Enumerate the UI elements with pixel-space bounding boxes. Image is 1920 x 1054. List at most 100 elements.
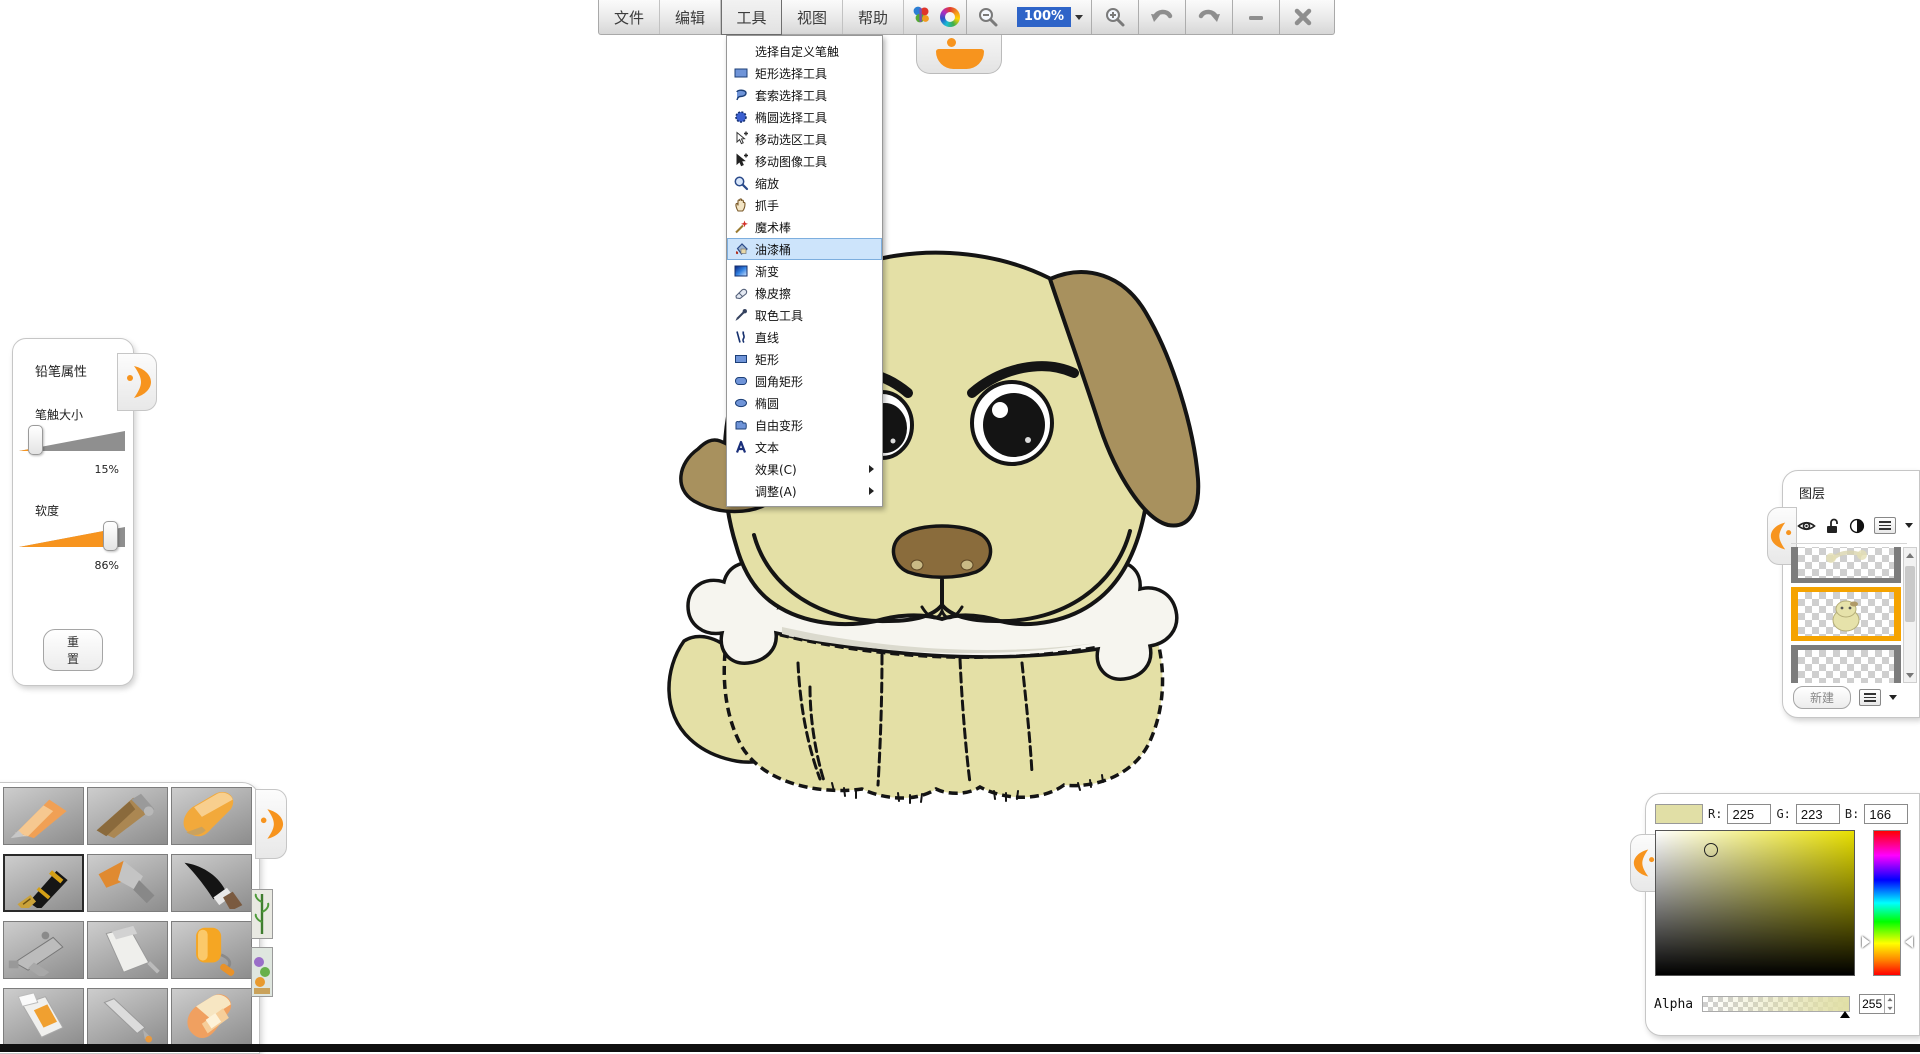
rectangle-icon xyxy=(727,351,755,367)
flowers-icon xyxy=(252,948,272,996)
menu-help[interactable]: 帮助 xyxy=(843,0,904,34)
menu-item-hand[interactable]: 抓手 xyxy=(727,194,882,216)
visibility-eye-icon[interactable] xyxy=(1797,519,1816,533)
alpha-slider[interactable] xyxy=(1702,996,1850,1012)
menu-item-rounded-rect[interactable]: 圆角矩形 xyxy=(727,370,882,392)
magic-wand-icon xyxy=(727,219,755,235)
contrast-icon[interactable] xyxy=(1849,518,1865,534)
scroll-down-button[interactable] xyxy=(1904,668,1916,682)
rect-select-icon xyxy=(727,65,755,81)
zoom-dropdown-caret-icon[interactable] xyxy=(1075,15,1083,20)
layers-menu-button[interactable] xyxy=(1859,689,1881,706)
menu-item-line[interactable]: 直线 xyxy=(727,326,882,348)
menu-item-adjust[interactable]: 调整(A) xyxy=(727,480,882,502)
brush-airbrush[interactable] xyxy=(3,921,84,979)
hue-bar[interactable] xyxy=(1873,830,1901,976)
softness-handle[interactable] xyxy=(103,521,118,551)
menu-item-move-selection[interactable]: 移动选区工具 xyxy=(727,128,882,150)
zoom-level-control[interactable]: 100% xyxy=(1009,0,1091,34)
menu-tools-label: 工具 xyxy=(736,7,766,28)
brush-size-slider[interactable] xyxy=(19,427,125,457)
brush-charcoal-pencil[interactable] xyxy=(87,787,168,845)
green-input[interactable] xyxy=(1796,804,1840,824)
menu-file[interactable]: 文件 xyxy=(599,0,660,34)
layer-options-button[interactable] xyxy=(1874,517,1896,534)
menu-item-free-transform[interactable]: 自由变形 xyxy=(727,414,882,436)
rainbow-globe-icon[interactable] xyxy=(940,7,960,27)
bamboo-preset-thumbnail[interactable] xyxy=(251,889,273,939)
layer-options-caret-icon[interactable] xyxy=(1905,523,1913,528)
zoom-in-button[interactable] xyxy=(1092,0,1138,34)
brush-paintbrush[interactable] xyxy=(87,854,168,912)
toolbar-logo-tab[interactable] xyxy=(916,34,1002,74)
menu-item-magic-wand[interactable]: 魔术棒 xyxy=(727,216,882,238)
color-selection-marker[interactable] xyxy=(1704,843,1718,857)
menu-item-rect-select[interactable]: 矩形选择工具 xyxy=(727,62,882,84)
layer-row-top[interactable] xyxy=(1791,547,1901,583)
brush-paint-roller[interactable] xyxy=(171,921,252,979)
menu-item-lasso-select[interactable]: 套索选择工具 xyxy=(727,84,882,106)
alpha-marker-icon[interactable] xyxy=(1840,1011,1850,1018)
current-color-swatch[interactable] xyxy=(1655,804,1703,824)
scrollbar-thumb[interactable] xyxy=(1905,566,1915,622)
menu-item-text[interactable]: 文本 xyxy=(727,436,882,458)
hue-marker-right-icon[interactable] xyxy=(1905,936,1913,948)
close-button[interactable] xyxy=(1280,0,1326,34)
spinner-down-icon[interactable] xyxy=(1887,1007,1892,1010)
blue-input[interactable] xyxy=(1864,804,1908,824)
paint-bucket-icon xyxy=(727,241,755,257)
menu-item-eraser[interactable]: 橡皮擦 xyxy=(727,282,882,304)
menu-item-paint-bucket[interactable]: 油漆桶 xyxy=(727,238,882,260)
layers-panel-title: 图层 xyxy=(1799,483,1919,502)
brush-eraser-stick[interactable] xyxy=(171,988,252,1046)
alpha-value-input[interactable] xyxy=(1860,995,1884,1013)
brush-paint-tube[interactable] xyxy=(3,988,84,1046)
menu-item-ellipse-select[interactable]: 椭圆选择工具 xyxy=(727,106,882,128)
submenu-arrow-icon xyxy=(869,465,874,473)
menu-edit[interactable]: 编辑 xyxy=(660,0,721,34)
brush-size-handle[interactable] xyxy=(28,425,43,455)
layer-row-selected[interactable] xyxy=(1791,587,1901,641)
menu-tools[interactable]: 工具 xyxy=(721,0,782,35)
brush-flat-brush[interactable] xyxy=(87,921,168,979)
layers-menu-caret-icon[interactable] xyxy=(1889,695,1897,700)
redo-icon xyxy=(1196,5,1222,29)
brush-crayon[interactable] xyxy=(171,787,252,845)
mosaic-logo-icon[interactable] xyxy=(910,4,932,30)
menu-item-rectangle[interactable]: 矩形 xyxy=(727,348,882,370)
red-input[interactable] xyxy=(1727,804,1771,824)
tools-dropdown-menu: 选择自定义笔触 矩形选择工具 套索选择工具 椭圆选择工具 移动选区工具 移动图像… xyxy=(726,35,883,507)
brushes-panel-tab[interactable] xyxy=(255,789,287,859)
menu-item-move-image[interactable]: 移动图像工具 xyxy=(727,150,882,172)
brush-pencil[interactable] xyxy=(3,787,84,845)
hue-marker-left-icon[interactable] xyxy=(1862,936,1870,948)
menu-item-custom-brush[interactable]: 选择自定义笔触 xyxy=(727,40,882,62)
softness-slider[interactable] xyxy=(19,523,125,553)
menu-item-eyedropper[interactable]: 取色工具 xyxy=(727,304,882,326)
menu-view[interactable]: 视图 xyxy=(782,0,843,34)
menu-item-ellipse[interactable]: 椭圆 xyxy=(727,392,882,414)
brush-fountain-pen[interactable] xyxy=(3,854,84,912)
unlock-icon[interactable] xyxy=(1825,518,1840,534)
undo-button[interactable] xyxy=(1139,0,1185,34)
layer-scrollbar[interactable] xyxy=(1903,547,1917,683)
brush-liner-brush[interactable] xyxy=(87,988,168,1046)
layer-row-bottom[interactable] xyxy=(1791,645,1901,683)
brush-ink-brush[interactable] xyxy=(171,854,252,912)
menu-item-gradient[interactable]: 渐变 xyxy=(727,260,882,282)
saturation-value-box[interactable] xyxy=(1655,830,1855,976)
menu-item-zoom[interactable]: 缩放 xyxy=(727,172,882,194)
main-toolbar: 文件 编辑 工具 视图 帮助 100% xyxy=(598,0,1335,35)
scroll-up-button[interactable] xyxy=(1904,548,1916,562)
redo-button[interactable] xyxy=(1186,0,1232,34)
zoom-out-button[interactable] xyxy=(967,0,1009,34)
new-layer-button[interactable]: 新建 xyxy=(1793,686,1851,709)
alpha-spinner[interactable] xyxy=(1884,995,1894,1013)
image-preset-thumbnail[interactable] xyxy=(251,947,273,997)
pencil-properties-panel: 铅笔属性 笔触大小 15% 软度 86% 重置 xyxy=(12,338,134,686)
menu-item-effects[interactable]: 效果(C) xyxy=(727,458,882,480)
spinner-up-icon[interactable] xyxy=(1887,998,1892,1001)
free-transform-icon xyxy=(727,417,755,433)
minimize-button[interactable] xyxy=(1233,0,1279,34)
reset-button[interactable]: 重置 xyxy=(43,629,103,671)
